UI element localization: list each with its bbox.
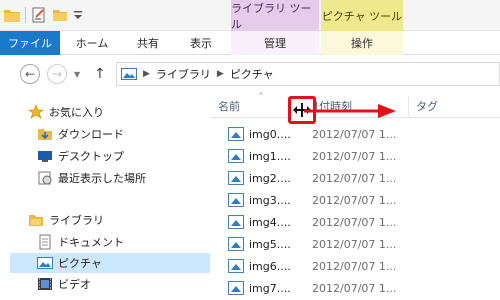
tab-file[interactable]: ファイル — [0, 31, 60, 55]
address-bar[interactable]: ▶ ライブラリ ▶ ピクチャ — [116, 62, 500, 86]
nav-item-label: ビデオ — [58, 278, 91, 291]
image-file-icon — [228, 259, 244, 273]
nav-item-pictures[interactable]: ピクチャ — [10, 253, 210, 273]
tab-manage[interactable]: 管理 — [231, 31, 319, 55]
file-row[interactable]: img0.... 2012/07/07 1... — [210, 124, 500, 145]
nav-item-downloads[interactable]: ダウンロード — [0, 124, 210, 144]
nav-item-desktop[interactable]: デスクトップ — [0, 146, 210, 166]
up-arrow-icon: ↑ — [94, 66, 106, 82]
customize-toolbar-icon[interactable] — [73, 9, 83, 21]
file-name: img2.... — [249, 172, 291, 185]
image-file-icon — [228, 149, 244, 163]
forward-button[interactable]: → — [47, 64, 67, 84]
videos-icon — [38, 278, 52, 290]
image-file-icon — [228, 193, 244, 207]
image-file-icon — [228, 127, 244, 141]
file-row[interactable]: img5.... 2012/07/07 1... — [210, 234, 500, 255]
nav-item-label: ドキュメント — [58, 236, 124, 249]
star-icon — [28, 104, 44, 119]
tab-share[interactable]: 共有 — [124, 31, 172, 55]
file-name: img7.... — [249, 282, 291, 295]
column-header-name-label: 名前 — [218, 100, 240, 113]
file-name: img0.... — [249, 128, 291, 141]
title-bar: ライブラリ ツール ピクチャ ツール — [0, 0, 500, 31]
nav-item-label: お気に入り — [49, 106, 104, 119]
nav-item-documents[interactable]: ドキュメント — [0, 232, 210, 252]
file-name: img3.... — [249, 194, 291, 207]
breadcrumb-separator: ▶ — [143, 69, 150, 79]
sort-ascending-icon: ^ — [258, 92, 264, 100]
file-row[interactable]: img4.... 2012/07/07 1... — [210, 212, 500, 233]
column-header-name[interactable]: ^ 名前 — [210, 92, 296, 118]
library-icon — [29, 215, 43, 226]
properties-icon[interactable] — [31, 7, 47, 23]
library-tools-header: ライブラリ ツール — [231, 0, 319, 31]
file-date: 2012/07/07 1... — [312, 238, 397, 251]
folder-icon — [4, 10, 20, 22]
breadcrumb-library[interactable]: ライブラリ — [156, 66, 211, 82]
forward-arrow-icon: → — [51, 67, 63, 81]
file-date: 2012/07/07 1... — [312, 128, 397, 141]
chevron-down-icon: ▼ — [74, 70, 81, 79]
recent-locations-dropdown[interactable]: ▼ — [74, 70, 80, 79]
nav-item-label: ライブラリ — [49, 214, 104, 227]
navigation-pane: お気に入り ダウンロード デスクトップ 最近表示した場所 ライブラリ ドキュメン… — [0, 94, 210, 300]
tab-view[interactable]: 表示 — [172, 31, 230, 55]
breadcrumb-separator: ▶ — [216, 69, 224, 79]
drag-direction-arrow — [304, 104, 396, 118]
file-date: 2012/07/07 1... — [312, 172, 397, 185]
column-header-tag-label: タグ — [416, 100, 438, 113]
nav-item-library[interactable]: ライブラリ — [0, 210, 210, 230]
image-file-icon — [228, 237, 244, 251]
nav-item-label: ダウンロード — [58, 128, 124, 141]
tab-operate[interactable]: 操作 — [321, 31, 403, 55]
file-row[interactable]: img6.... 2012/07/07 1... — [210, 256, 500, 277]
quick-access-toolbar — [4, 7, 83, 23]
downloads-folder-icon — [38, 129, 52, 140]
file-list-view: ^ 名前 日付時刻 タグ img0.... 2012/07/07 1... im… — [210, 92, 500, 300]
file-name: img6.... — [249, 260, 291, 273]
file-date: 2012/07/07 1... — [312, 260, 397, 273]
column-header-tag[interactable]: タグ — [408, 94, 500, 118]
breadcrumb-pictures[interactable]: ピクチャ — [230, 66, 274, 82]
nav-item-label: デスクトップ — [58, 150, 124, 163]
desktop-icon — [38, 151, 52, 162]
file-date: 2012/07/07 1... — [312, 282, 397, 295]
up-button[interactable]: ↑ — [94, 66, 106, 82]
file-date: 2012/07/07 1... — [312, 194, 397, 207]
toolbar-divider — [25, 7, 26, 23]
new-folder-icon[interactable] — [52, 7, 68, 23]
documents-icon — [39, 234, 51, 250]
file-date: 2012/07/07 1... — [312, 216, 397, 229]
recent-places-icon — [38, 171, 52, 185]
image-file-icon — [228, 281, 244, 295]
file-date: 2012/07/07 1... — [312, 150, 397, 163]
file-name: img1.... — [249, 150, 291, 163]
image-file-icon — [228, 215, 244, 229]
nav-item-videos[interactable]: ビデオ — [0, 274, 210, 294]
back-arrow-icon: ← — [24, 67, 36, 81]
picture-tools-header: ピクチャ ツール — [321, 0, 403, 31]
file-row[interactable]: img2.... 2012/07/07 1... — [210, 168, 500, 189]
nav-item-recent-places[interactable]: 最近表示した場所 — [0, 168, 210, 188]
file-name: img5.... — [249, 238, 291, 251]
nav-item-label: 最近表示した場所 — [58, 172, 146, 185]
file-row[interactable]: img7.... 2012/07/07 1... — [210, 278, 500, 299]
file-name: img4.... — [249, 216, 291, 229]
file-row[interactable]: img1.... 2012/07/07 1... — [210, 146, 500, 167]
image-file-icon — [228, 171, 244, 185]
back-button[interactable]: ← — [20, 64, 40, 84]
navigation-row: ← → ▼ ↑ ▶ ライブラリ ▶ ピクチャ — [0, 55, 500, 94]
nav-item-label: ピクチャ — [58, 257, 102, 270]
nav-item-favorites[interactable]: お気に入り — [0, 102, 210, 122]
pictures-icon — [37, 257, 53, 269]
tab-home[interactable]: ホーム — [60, 31, 124, 55]
pictures-library-icon — [121, 68, 137, 80]
ribbon-tab-bar: ファイル ホーム 共有 表示 管理 操作 — [0, 31, 500, 55]
file-row[interactable]: img3.... 2012/07/07 1... — [210, 190, 500, 211]
